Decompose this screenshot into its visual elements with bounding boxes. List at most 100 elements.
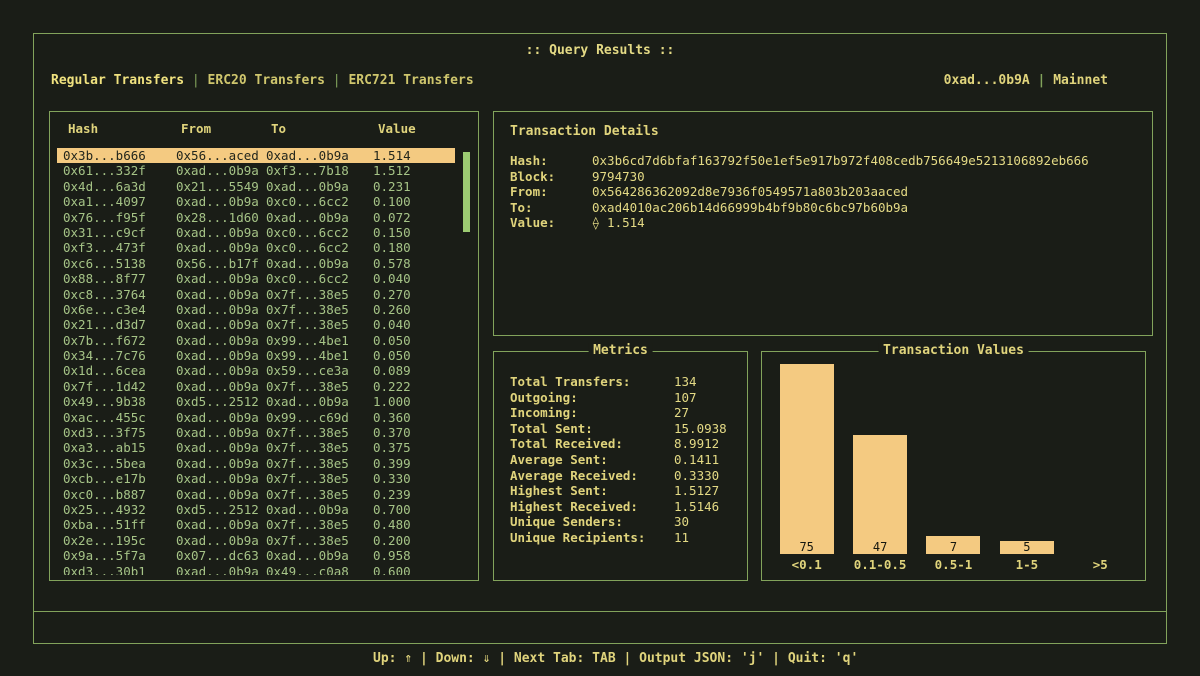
table-cell: 0xad...0b9a — [176, 379, 266, 395]
table-cell: 0.399 — [373, 456, 455, 472]
table-row[interactable]: 0x6e...c3e40xad...0b9a0x7f...38e50.260 — [57, 302, 455, 317]
table-row[interactable]: 0xa1...40970xad...0b9a0xc0...6cc20.100 — [57, 194, 455, 209]
metric-row: Highest Sent:1.5127 — [510, 483, 737, 499]
page-title: :: Query Results :: — [34, 43, 1166, 58]
table-cell: 0x07...dc63 — [176, 548, 266, 564]
table-cell: 0xa3...ab15 — [63, 440, 176, 456]
table-cell: 0xad...0b9a — [176, 363, 266, 379]
table-cell: 0x7b...f672 — [63, 333, 176, 349]
table-cell: 0.050 — [373, 333, 455, 349]
details-title: Transaction Details — [494, 112, 1152, 139]
table-cell: 0x7f...38e5 — [266, 425, 373, 441]
table-row[interactable]: 0x49...9b380xd5...25120xad...0b9a1.000 — [57, 394, 455, 409]
table-cell: 0xc0...6cc2 — [266, 194, 373, 210]
tab-erc721-transfers[interactable]: ERC721 Transfers — [348, 73, 473, 88]
table-cell: 0xf3...473f — [63, 240, 176, 256]
detail-field: From:0x564286362092d8e7936f0549571a803b2… — [510, 184, 1136, 200]
table-cell: 1.512 — [373, 163, 455, 179]
table-cell: 0x7f...38e5 — [266, 302, 373, 318]
table-row[interactable]: 0x7b...f6720xad...0b9a0x99...4be10.050 — [57, 333, 455, 348]
table-cell: 0.700 — [373, 502, 455, 518]
table-row[interactable]: 0x31...c9cf0xad...0b9a0xc0...6cc20.150 — [57, 225, 455, 240]
table-row[interactable]: 0x2e...195c0xad...0b9a0x7f...38e50.200 — [57, 533, 455, 548]
table-cell: 0x6e...c3e4 — [63, 302, 176, 318]
table-cell: 0xc0...b887 — [63, 487, 176, 503]
table-cell: 0xf3...7b18 — [266, 163, 373, 179]
table-cell: 0xad...0b9a — [266, 502, 373, 518]
account-separator: | — [1030, 73, 1053, 88]
table-row[interactable]: 0x34...7c760xad...0b9a0x99...4be10.050 — [57, 348, 455, 363]
table-row[interactable]: 0x4d...6a3d0x21...55490xad...0b9a0.231 — [57, 179, 455, 194]
detail-field: To:0xad4010ac206b14d66999b4bf9b80c6bc97b… — [510, 200, 1136, 216]
column-header-hash: Hash — [68, 121, 181, 136]
table-cell: 0x7f...1d42 — [63, 379, 176, 395]
table-cell: 0xc0...6cc2 — [266, 271, 373, 287]
metric-label: Incoming: — [510, 405, 674, 421]
metric-label: Highest Received: — [510, 499, 674, 515]
chart-bar-slot: 470.1-0.5 — [845, 435, 915, 574]
table-cell: 0.089 — [373, 363, 455, 379]
table-row[interactable]: 0x61...332f0xad...0b9a0xf3...7b181.512 — [57, 163, 455, 178]
metric-row: Incoming:27 — [510, 405, 737, 421]
table-cell: 0x7f...38e5 — [266, 440, 373, 456]
table-row[interactable]: 0xc8...37640xad...0b9a0x7f...38e50.270 — [57, 287, 455, 302]
scrollbar[interactable] — [463, 150, 470, 572]
table-row[interactable]: 0xd3...3f750xad...0b9a0x7f...38e50.370 — [57, 425, 455, 440]
table-row[interactable]: 0x88...8f770xad...0b9a0xc0...6cc20.040 — [57, 271, 455, 286]
metric-label: Average Received: — [510, 468, 674, 484]
table-cell: 0x31...c9cf — [63, 225, 176, 241]
table-row[interactable]: 0xf3...473f0xad...0b9a0xc0...6cc20.180 — [57, 240, 455, 255]
metrics-list: Total Transfers:134Outgoing:107Incoming:… — [494, 352, 747, 546]
table-row[interactable]: 0x21...d3d70xad...0b9a0x7f...38e50.040 — [57, 317, 455, 332]
table-row[interactable]: 0xcb...e17b0xad...0b9a0x7f...38e50.330 — [57, 471, 455, 486]
metric-value: 134 — [674, 374, 737, 390]
metric-label: Total Sent: — [510, 421, 674, 437]
table-cell: 0x76...f95f — [63, 210, 176, 226]
table-row[interactable]: 0x3c...5bea0xad...0b9a0x7f...38e50.399 — [57, 456, 455, 471]
chart-category-label: <0.1 — [792, 557, 822, 574]
tab-erc20-transfers[interactable]: ERC20 Transfers — [208, 73, 325, 88]
table-cell: 0.260 — [373, 302, 455, 318]
table-row[interactable]: 0x1d...6cea0xad...0b9a0x59...ce3a0.089 — [57, 363, 455, 378]
table-cell: 0xc0...6cc2 — [266, 225, 373, 241]
table-row[interactable]: 0xc6...51380x56...b17f0xad...0b9a0.578 — [57, 256, 455, 271]
status-bar-text: Up: ⇑ | Down: ⇓ | Next Tab: TAB | Output… — [373, 651, 858, 666]
tab-regular-transfers[interactable]: Regular Transfers — [51, 73, 184, 88]
transaction-details-panel: Transaction Details Hash:0x3b6cd7d6bfaf1… — [493, 111, 1153, 336]
metric-value: 27 — [674, 405, 737, 421]
table-cell: 0xc8...3764 — [63, 287, 176, 303]
table-row[interactable]: 0xac...455c0xad...0b9a0x99...c69d0.360 — [57, 410, 455, 425]
table-row[interactable]: 0x9a...5f7a0x07...dc630xad...0b9a0.958 — [57, 548, 455, 563]
table-header: HashFromToValue — [50, 112, 478, 141]
table-cell: 0.200 — [373, 533, 455, 549]
table-cell: 0x99...c69d — [266, 410, 373, 426]
table-cell: 0xad...0b9a — [176, 225, 266, 241]
table-cell: 0xad...0b9a — [176, 410, 266, 426]
table-row[interactable]: 0xd3...30b10xad...0b9a0x49...c0a80.600 — [57, 564, 455, 575]
table-cell: 0xad...0b9a — [176, 240, 266, 256]
chart-bar-value: 5 — [1023, 540, 1030, 554]
metric-label: Highest Sent: — [510, 483, 674, 499]
chart-bar-slot: 70.5-1 — [918, 536, 988, 574]
metric-value: 30 — [674, 514, 737, 530]
table-cell: 0xad...0b9a — [176, 533, 266, 549]
chart-bar-slot: >5 — [1065, 554, 1135, 574]
table-cell: 0xad...0b9a — [266, 148, 373, 164]
table-row[interactable]: 0x25...49320xd5...25120xad...0b9a0.700 — [57, 502, 455, 517]
table-cell: 0.600 — [373, 564, 455, 575]
table-row[interactable]: 0x3b...b6660x56...aced0xad...0b9a1.514 — [57, 148, 455, 163]
table-row[interactable]: 0xa3...ab150xad...0b9a0x7f...38e50.375 — [57, 440, 455, 455]
detail-label: Hash: — [510, 153, 592, 169]
table-cell: 0.040 — [373, 271, 455, 287]
table-row[interactable]: 0xc0...b8870xad...0b9a0x7f...38e50.239 — [57, 487, 455, 502]
table-row[interactable]: 0xba...51ff0xad...0b9a0x7f...38e50.480 — [57, 517, 455, 532]
metric-value: 0.3330 — [674, 468, 737, 484]
table-row[interactable]: 0x7f...1d420xad...0b9a0x7f...38e50.222 — [57, 379, 455, 394]
metric-value: 8.9912 — [674, 436, 737, 452]
table-cell: 0xad...0b9a — [176, 333, 266, 349]
table-cell: 0xcb...e17b — [63, 471, 176, 487]
scrollbar-thumb[interactable] — [463, 152, 470, 232]
metric-value: 15.0938 — [674, 421, 737, 437]
table-row[interactable]: 0x76...f95f0x28...1d600xad...0b9a0.072 — [57, 210, 455, 225]
metric-value: 11 — [674, 530, 737, 546]
